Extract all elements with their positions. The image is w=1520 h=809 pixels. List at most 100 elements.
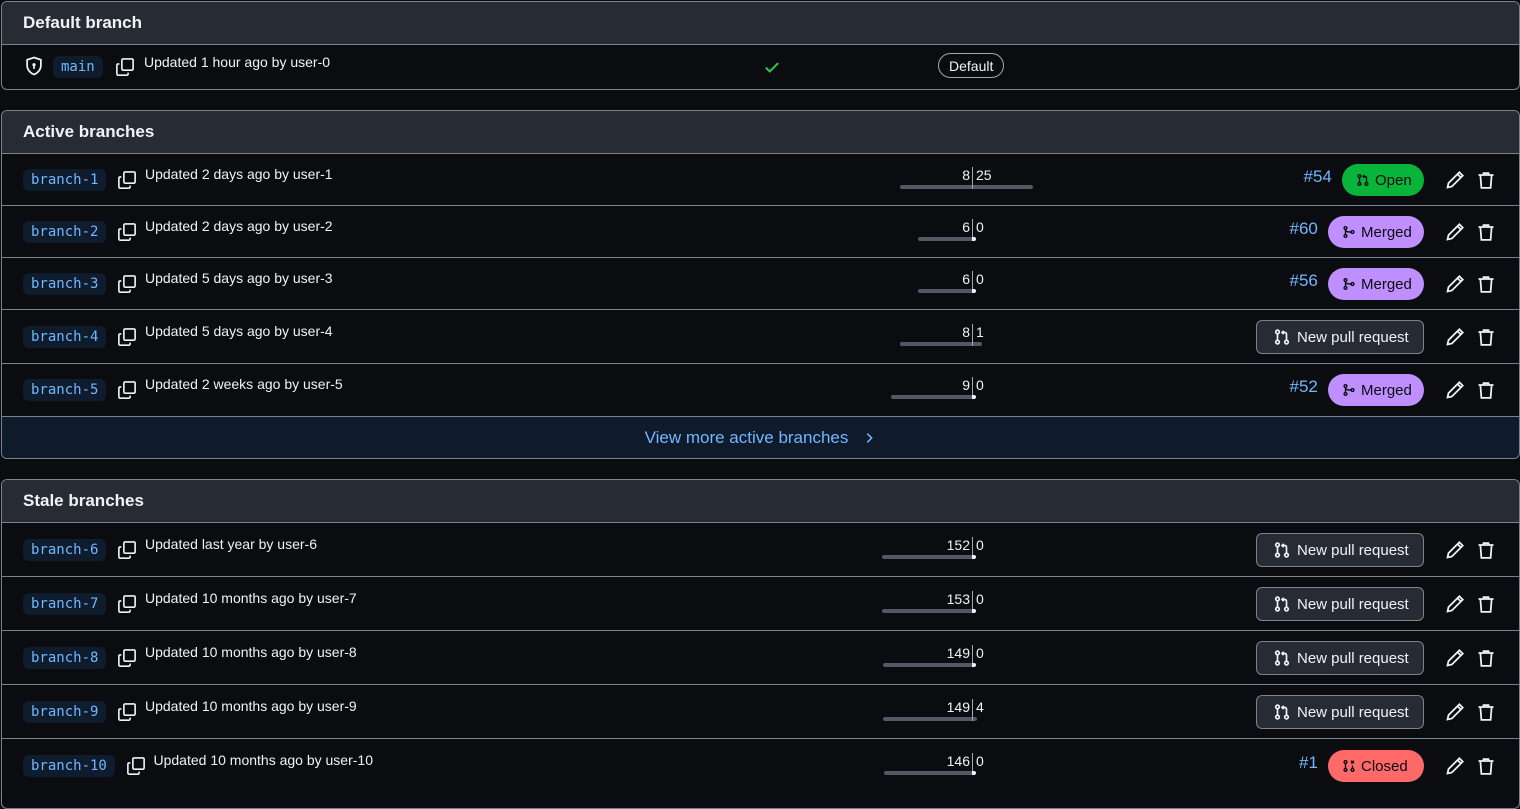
pull-request-icon	[1274, 596, 1290, 612]
pr-status-label: Merged	[1361, 223, 1412, 241]
section-title: Default branch	[2, 2, 1519, 45]
trash-icon[interactable]	[1476, 540, 1496, 560]
pull-request-link[interactable]: #54	[1304, 167, 1332, 187]
copy-icon[interactable]	[117, 274, 137, 294]
pr-status-badge-merged[interactable]: Merged	[1328, 374, 1424, 406]
pencil-icon[interactable]	[1445, 327, 1465, 347]
new-pull-request-label: New pull request	[1297, 703, 1409, 721]
pr-status-label: Merged	[1361, 275, 1412, 293]
pull-request-link[interactable]: #60	[1290, 219, 1318, 239]
ahead-count: 0	[976, 645, 984, 661]
pr-status-badge-closed[interactable]: Closed	[1328, 750, 1424, 782]
behind-bar	[900, 185, 972, 189]
copy-icon[interactable]	[115, 57, 135, 77]
copy-icon[interactable]	[117, 594, 137, 614]
new-pull-request-label: New pull request	[1297, 541, 1409, 559]
updated-text: Updated 10 months ago by user-7	[145, 590, 357, 606]
new-pull-request-button[interactable]: New pull request	[1256, 641, 1424, 675]
updated-text: Updated 2 days ago by user-1	[145, 166, 333, 182]
trash-icon[interactable]	[1476, 170, 1496, 190]
pencil-icon[interactable]	[1445, 594, 1465, 614]
trash-icon[interactable]	[1476, 327, 1496, 347]
ahead-bar	[973, 185, 1033, 189]
branch-name-link[interactable]: branch-9	[23, 700, 107, 723]
pull-request-link[interactable]: #52	[1290, 377, 1318, 397]
pencil-icon[interactable]	[1445, 702, 1465, 722]
copy-icon[interactable]	[117, 327, 137, 347]
stale-branches-section: Stale branches branch-6 Updated last year…	[1, 479, 1520, 809]
behind-bar	[884, 771, 972, 775]
copy-icon[interactable]	[117, 222, 137, 242]
chevron-right-icon	[867, 432, 874, 443]
pr-status-badge-open[interactable]: Open	[1342, 164, 1424, 196]
section-title: Active branches	[2, 111, 1519, 154]
branch-name-link[interactable]: main	[53, 56, 103, 78]
branch-row: branch-4 Updated 5 days ago by user-4 8 1…	[2, 310, 1519, 364]
branch-name-link[interactable]: branch-2	[23, 220, 107, 243]
copy-icon[interactable]	[117, 540, 137, 560]
trash-icon[interactable]	[1476, 274, 1496, 294]
trash-icon[interactable]	[1476, 594, 1496, 614]
ahead-bar	[972, 395, 976, 399]
trash-icon[interactable]	[1476, 756, 1496, 776]
behind-bar	[882, 555, 972, 559]
ahead-behind-indicator: 153 0	[875, 584, 1075, 624]
ahead-bar	[972, 609, 976, 613]
branch-name-link[interactable]: branch-7	[23, 592, 107, 615]
pencil-icon[interactable]	[1445, 380, 1465, 400]
trash-icon[interactable]	[1476, 702, 1496, 722]
pencil-icon[interactable]	[1445, 222, 1465, 242]
behind-count: 146	[946, 753, 970, 769]
trash-icon[interactable]	[1476, 648, 1496, 668]
trash-icon[interactable]	[1476, 222, 1496, 242]
branch-name-link[interactable]: branch-10	[23, 755, 115, 777]
new-pull-request-label: New pull request	[1297, 649, 1409, 667]
pencil-icon[interactable]	[1445, 170, 1465, 190]
trash-icon[interactable]	[1476, 380, 1496, 400]
check-icon[interactable]	[763, 58, 781, 76]
new-pull-request-button[interactable]: New pull request	[1256, 695, 1424, 729]
behind-count: 8	[962, 324, 970, 340]
copy-icon[interactable]	[126, 756, 146, 776]
branch-name-link[interactable]: branch-6	[23, 538, 107, 561]
pencil-icon[interactable]	[1445, 274, 1465, 294]
pencil-icon[interactable]	[1445, 540, 1465, 560]
pr-status-label: Merged	[1361, 381, 1412, 399]
new-pull-request-button[interactable]: New pull request	[1256, 587, 1424, 621]
branch-name-link[interactable]: branch-4	[23, 325, 107, 348]
git-merge-icon	[1343, 383, 1355, 397]
new-pull-request-label: New pull request	[1297, 328, 1409, 346]
copy-icon[interactable]	[117, 380, 137, 400]
ahead-count: 0	[976, 591, 984, 607]
updated-text: Updated 5 days ago by user-4	[145, 323, 333, 339]
updated-text: Updated 10 months ago by user-8	[145, 644, 357, 660]
ahead-behind-indicator: 149 0	[875, 638, 1075, 678]
copy-icon[interactable]	[117, 648, 137, 668]
branch-row: branch-5 Updated 2 weeks ago by user-5 9 …	[2, 364, 1519, 416]
ahead-bar	[973, 342, 982, 346]
pr-status-badge-merged[interactable]: Merged	[1328, 216, 1424, 248]
pencil-icon[interactable]	[1445, 648, 1465, 668]
new-pull-request-button[interactable]: New pull request	[1256, 533, 1424, 567]
branch-name-link[interactable]: branch-5	[23, 379, 107, 401]
pull-request-icon	[1274, 704, 1290, 720]
branch-name-link[interactable]: branch-3	[23, 272, 107, 295]
pull-request-link[interactable]: #1	[1299, 753, 1318, 773]
copy-icon[interactable]	[117, 702, 137, 722]
behind-count: 6	[962, 271, 970, 287]
branch-row: main Updated 1 hour ago by user-0 Defaul…	[2, 45, 1519, 89]
copy-icon[interactable]	[117, 170, 137, 190]
default-branch-section: Default branch main Updated 1 hour ago b…	[1, 1, 1520, 90]
branch-row: branch-8 Updated 10 months ago by user-8 …	[2, 631, 1519, 685]
pr-status-badge-merged[interactable]: Merged	[1328, 268, 1424, 300]
branch-name-link[interactable]: branch-8	[23, 646, 107, 669]
pull-request-icon	[1274, 329, 1290, 345]
view-more-active-branches-link[interactable]: View more active branches	[2, 416, 1519, 458]
shield-lock-icon	[26, 56, 42, 76]
branch-name-link[interactable]: branch-1	[23, 168, 107, 191]
new-pull-request-button[interactable]: New pull request	[1256, 320, 1424, 354]
pencil-icon[interactable]	[1445, 756, 1465, 776]
pull-request-link[interactable]: #56	[1290, 271, 1318, 291]
behind-bar	[918, 289, 972, 293]
ahead-behind-indicator: 8 1	[875, 317, 1075, 357]
